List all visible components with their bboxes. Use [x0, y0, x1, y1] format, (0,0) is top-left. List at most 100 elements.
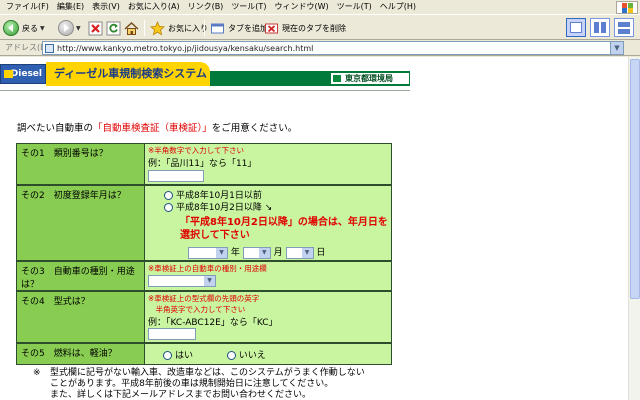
intro-highlight: 「自動車検査証（車検証）」 [93, 123, 212, 134]
stop-icon [88, 21, 103, 36]
stop-button[interactable] [88, 19, 103, 37]
day-unit: 日 [316, 248, 326, 258]
menu-tools[interactable]: ツール(T) [227, 1, 270, 13]
scrollbar-thumb[interactable] [630, 59, 640, 299]
fuel-no-label: いいえ [238, 351, 266, 361]
row4-label: その4 型式は？ [17, 292, 144, 342]
row4-value-cell: ※車検証上の型式欄の先頭の英字 半角英字で入力して下さい 例：「KC-ABC12… [145, 292, 391, 342]
intro-prefix: 調べたい自動車の [17, 123, 94, 134]
windows-logo-icon [616, 1, 638, 14]
favorites-button[interactable]: お気に入り [150, 19, 208, 37]
truck-icon [4, 70, 13, 78]
site-banner: Diesel ディーゼル車規制検索システム 東京都環境局 [0, 60, 410, 88]
row4-note-1: ※車検証上の型式欄の先頭の英字 [148, 294, 260, 303]
add-tab-button[interactable]: タブを追加 [210, 19, 268, 37]
chevron-down-icon[interactable]: ▼ [40, 25, 45, 32]
menu-favorites[interactable]: お気に入り(A) [124, 1, 184, 13]
delete-tab-button[interactable]: 現在のタブを削除 [264, 19, 346, 37]
menu-view[interactable]: 表示(V) [88, 1, 124, 13]
form-row-2: その2 初度登録年月は？ 平成8年10月1日以前 平成8年10月2日以降 ↘ 「… [16, 185, 392, 261]
year-select[interactable]: ▼ [188, 246, 228, 259]
home-icon [124, 21, 139, 36]
page-viewport: Diesel ディーゼル車規制検索システム 東京都環境局 調べたい自動車の「自動… [0, 57, 640, 400]
tokyo-link[interactable]: 東京都環境局 [330, 72, 410, 85]
registration-before-radio[interactable] [164, 191, 173, 200]
new-tab-icon [210, 21, 225, 36]
refresh-icon [106, 21, 121, 36]
delete-tab-label: 現在のタブを削除 [282, 23, 346, 33]
chevron-down-icon: ▼ [216, 247, 227, 258]
menu-tools-2[interactable]: ツール(T) [333, 1, 376, 13]
row5-value-cell: はい いいえ [145, 344, 391, 364]
toolbar-separator [204, 20, 205, 36]
form-row-4: その4 型式は？ ※車検証上の型式欄の先頭の英字 半角英字で入力して下さい 例：… [16, 291, 392, 343]
layout-horizontal-split-button[interactable] [614, 18, 634, 37]
forward-button[interactable]: ▼ [58, 19, 81, 37]
day-select[interactable]: ▼ [285, 246, 314, 259]
form-row-1: その1 類別番号は？ ※半角数字で入力して下さい 例：「品川11」なら「11」 [16, 143, 392, 185]
form-row-3: その3 自動車の種別・用途は？ ※車検証上の自動車の種別・用途欄 ▼ [16, 261, 392, 291]
menu-links[interactable]: リンク(B) [184, 1, 228, 13]
intro-suffix: をご用意ください。 [211, 123, 298, 134]
site-title: ディーゼル車規制検索システム [46, 62, 210, 86]
arrow-down-right-icon: ↘ [264, 203, 273, 213]
row5-label: その5 燃料は、軽油？ [17, 344, 144, 364]
form-row-5: その5 燃料は、軽油？ はい いいえ [16, 343, 392, 365]
menu-file[interactable]: ファイル(F) [2, 1, 53, 13]
toolbar: 戻る ▼ ▼ お気に入り タブを追加 現在のタブを削除 [0, 14, 640, 40]
address-bar: アドレス(D) http://www.kankyo.metro.tokyo.jp… [0, 40, 640, 56]
chevron-down-icon[interactable]: ▼ [610, 42, 623, 54]
row4-note-2: 半角英字で入力して下さい [148, 305, 246, 314]
divider [0, 90, 410, 91]
row1-note: ※半角数字で入力して下さい [148, 146, 245, 155]
layout-single-button[interactable] [566, 18, 586, 37]
add-tab-label: タブを追加 [228, 23, 268, 33]
vehicle-type-select[interactable]: ▼ [148, 275, 216, 287]
row2-value-cell: 平成8年10月1日以前 平成8年10月2日以降 ↘ 「平成8年10月2日以降」の… [145, 186, 391, 260]
row3-note: ※車検証上の自動車の種別・用途欄 [148, 264, 267, 273]
month-unit: 月 [273, 248, 283, 258]
footnote-line-3: また、詳しくは下記メールアドレスまでお問い合わせください。 [50, 390, 312, 400]
fuel-yes-label: はい [175, 351, 194, 361]
home-button[interactable] [124, 19, 139, 37]
chevron-down-icon[interactable]: ▼ [76, 25, 81, 32]
address-input[interactable]: http://www.kankyo.metro.tokyo.jp/jidousy… [42, 41, 624, 55]
toolbar-separator [144, 20, 145, 36]
footnote-line-1: 型式欄に記号がない輸入車、改造車などは、このシステムがうまく作動しない [50, 368, 365, 378]
model-code-input[interactable] [148, 328, 196, 340]
registration-warning: 「平成8年10月2日以降」の場合は、年月日を選択して下さい [180, 217, 388, 241]
tokyo-label: 東京都環境局 [345, 74, 393, 83]
menu-bar: ファイル(F) 編集(E) 表示(V) お気に入り(A) リンク(B) ツール(… [0, 0, 640, 14]
refresh-button[interactable] [106, 19, 121, 37]
menu-window[interactable]: ウィンドウ(W) [270, 1, 332, 13]
back-label: 戻る [22, 23, 38, 33]
page-icon [45, 44, 54, 53]
fuel-diesel-no-radio[interactable] [226, 351, 236, 360]
vertical-scrollbar[interactable] [628, 57, 640, 400]
layout-vertical-split-button[interactable] [590, 18, 610, 37]
menu-help[interactable]: ヘルプ(H) [376, 1, 420, 13]
intro-text: 調べたい自動車の「自動車検査証（車検証）」をご用意ください。 [17, 120, 297, 134]
star-icon [150, 20, 165, 36]
back-arrow-icon [3, 20, 19, 36]
search-form-table: その1 類別番号は？ ※半角数字で入力して下さい 例：「品川11」なら「11」 … [16, 143, 392, 365]
chevron-down-icon: ▼ [258, 247, 270, 258]
menu-edit[interactable]: 編集(E) [53, 1, 88, 13]
row3-label: その3 自動車の種別・用途は？ [17, 262, 144, 290]
row4-example: 例：「KC-ABC12E」なら「KC」 [148, 318, 278, 328]
diesel-logo-text: Diesel [10, 69, 42, 79]
favorites-label: お気に入り [168, 23, 208, 33]
fuel-diesel-yes-radio[interactable] [163, 351, 172, 360]
tokyo-mark-icon [333, 75, 341, 82]
classification-number-input[interactable] [148, 170, 204, 182]
registration-after-label: 平成8年10月2日以降 [176, 203, 262, 213]
back-button[interactable]: 戻る ▼ [3, 19, 45, 37]
forward-arrow-icon [58, 20, 74, 36]
row1-value-cell: ※半角数字で入力して下さい 例：「品川11」なら「11」 [145, 144, 391, 184]
chevron-down-icon: ▼ [301, 247, 313, 258]
row3-value-cell: ※車検証上の自動車の種別・用途欄 ▼ [145, 262, 391, 290]
month-select[interactable]: ▼ [242, 246, 271, 259]
year-unit: 年 [230, 248, 240, 258]
registration-after-radio[interactable] [164, 203, 173, 212]
address-url[interactable]: http://www.kankyo.metro.tokyo.jp/jidousy… [57, 43, 313, 54]
